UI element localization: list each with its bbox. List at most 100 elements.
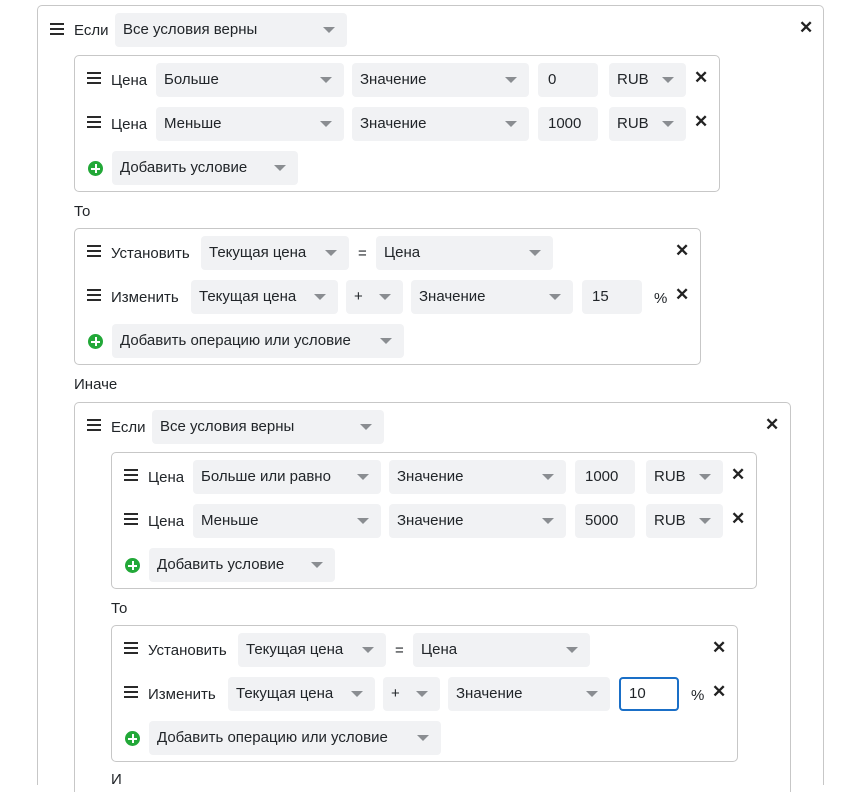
condition-value-input[interactable]: 0 <box>538 63 598 97</box>
match-mode-select[interactable]: Все условия верны <box>115 13 347 47</box>
condition-field-label: Цена <box>148 513 185 530</box>
chevron-down-icon <box>417 735 429 741</box>
currency-select[interactable]: RUB <box>609 63 686 97</box>
condition-operator-select[interactable]: Меньше <box>156 107 344 141</box>
drag-handle-icon[interactable] <box>87 289 101 301</box>
chevron-down-icon <box>274 165 286 171</box>
chevron-down-icon <box>351 691 363 697</box>
operation-action-label: Установить <box>111 245 190 262</box>
then-label: То <box>111 600 128 617</box>
close-icon[interactable]: ✕ <box>694 113 708 131</box>
chevron-down-icon <box>311 562 323 568</box>
condition-field-label: Цена <box>111 116 148 133</box>
operation-operator-select[interactable]: + <box>383 677 440 711</box>
close-icon[interactable]: ✕ <box>765 416 779 434</box>
condition-operator-select[interactable]: Больше или равно <box>193 460 381 494</box>
operation-action-label: Изменить <box>148 686 216 703</box>
chevron-down-icon <box>662 77 674 83</box>
add-icon[interactable] <box>125 558 140 573</box>
close-icon[interactable]: ✕ <box>731 466 745 484</box>
chevron-down-icon <box>549 294 561 300</box>
if-label: Если <box>74 22 109 39</box>
then-label: То <box>74 203 91 220</box>
close-icon[interactable]: ✕ <box>675 286 689 304</box>
drag-handle-icon[interactable] <box>124 686 138 698</box>
operation-source-select[interactable]: Значение <box>411 280 573 314</box>
drag-handle-icon[interactable] <box>87 72 101 84</box>
chevron-down-icon <box>357 474 369 480</box>
operation-target-select[interactable]: Текущая цена <box>201 236 349 270</box>
close-icon[interactable]: ✕ <box>675 242 689 260</box>
close-icon[interactable]: ✕ <box>799 19 813 37</box>
chevron-down-icon <box>320 121 332 127</box>
close-icon[interactable]: ✕ <box>712 683 726 701</box>
chevron-down-icon <box>379 294 391 300</box>
add-operation-button[interactable]: Добавить операцию или условие <box>149 721 441 755</box>
if-label: Если <box>111 419 146 436</box>
chevron-down-icon <box>380 338 392 344</box>
chevron-down-icon <box>314 294 326 300</box>
else-label: Иначе <box>74 376 118 393</box>
currency-select[interactable]: RUB <box>609 107 686 141</box>
operation-value-input[interactable]: 15 <box>582 280 642 314</box>
operation-source-select[interactable]: Значение <box>448 677 610 711</box>
close-icon[interactable]: ✕ <box>712 639 726 657</box>
add-operation-button[interactable]: Добавить операцию или условие <box>112 324 404 358</box>
condition-source-select[interactable]: Значение <box>352 63 529 97</box>
condition-source-select[interactable]: Значение <box>352 107 529 141</box>
chevron-down-icon <box>699 474 711 480</box>
drag-handle-icon[interactable] <box>87 245 101 257</box>
close-icon[interactable]: ✕ <box>731 510 745 528</box>
operation-source-select[interactable]: Цена <box>413 633 590 667</box>
drag-handle-icon[interactable] <box>87 419 101 431</box>
currency-select[interactable]: RUB <box>646 504 723 538</box>
chevron-down-icon <box>662 121 674 127</box>
chevron-down-icon <box>542 474 554 480</box>
condition-field-label: Цена <box>111 72 148 89</box>
operation-value-input[interactable]: 10 <box>619 677 679 711</box>
operation-equals-sign: = <box>358 245 367 262</box>
chevron-down-icon <box>699 518 711 524</box>
chevron-down-icon <box>566 647 578 653</box>
chevron-down-icon <box>529 250 541 256</box>
condition-value-input[interactable]: 1000 <box>575 460 635 494</box>
percent-unit-label: % <box>691 687 705 704</box>
condition-operator-select[interactable]: Больше <box>156 63 344 97</box>
operation-source-select[interactable]: Цена <box>376 236 553 270</box>
drag-handle-icon[interactable] <box>87 116 101 128</box>
operation-action-label: Установить <box>148 642 227 659</box>
chevron-down-icon <box>323 27 335 33</box>
chevron-down-icon <box>505 121 517 127</box>
add-condition-button[interactable]: Добавить условие <box>112 151 298 185</box>
add-icon[interactable] <box>88 161 103 176</box>
operation-operator-select[interactable]: + <box>346 280 403 314</box>
condition-source-select[interactable]: Значение <box>389 460 566 494</box>
add-condition-button[interactable]: Добавить условие <box>149 548 335 582</box>
chevron-down-icon <box>320 77 332 83</box>
drag-handle-icon[interactable] <box>124 513 138 525</box>
operation-action-label: Изменить <box>111 289 179 306</box>
operation-target-select[interactable]: Текущая цена <box>191 280 338 314</box>
chevron-down-icon <box>360 424 372 430</box>
currency-select[interactable]: RUB <box>646 460 723 494</box>
add-icon[interactable] <box>88 334 103 349</box>
percent-unit-label: % <box>654 290 668 307</box>
operation-target-select[interactable]: Текущая цена <box>228 677 375 711</box>
chevron-down-icon <box>586 691 598 697</box>
chevron-down-icon <box>362 647 374 653</box>
operation-target-select[interactable]: Текущая цена <box>238 633 386 667</box>
chevron-down-icon <box>505 77 517 83</box>
match-mode-select[interactable]: Все условия верны <box>152 410 384 444</box>
condition-operator-select[interactable]: Меньше <box>193 504 381 538</box>
condition-value-input[interactable]: 1000 <box>538 107 598 141</box>
close-icon[interactable]: ✕ <box>694 69 708 87</box>
condition-value-input[interactable]: 5000 <box>575 504 635 538</box>
drag-handle-icon[interactable] <box>50 23 64 35</box>
chevron-down-icon <box>542 518 554 524</box>
condition-field-label: Цена <box>148 469 185 486</box>
add-icon[interactable] <box>125 731 140 746</box>
drag-handle-icon[interactable] <box>124 642 138 654</box>
chevron-down-icon <box>416 691 428 697</box>
condition-source-select[interactable]: Значение <box>389 504 566 538</box>
drag-handle-icon[interactable] <box>124 469 138 481</box>
